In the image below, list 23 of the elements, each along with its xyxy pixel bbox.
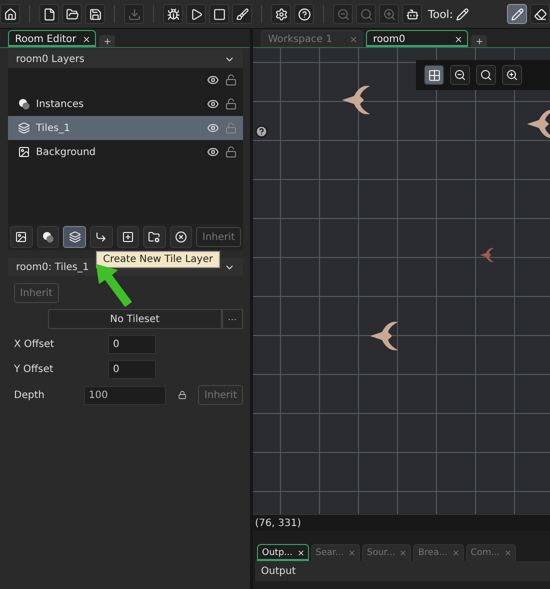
output-title: Output [255,561,550,581]
layers-title: room0 Layers [16,54,85,64]
cursor-coordinates: (76, 331) [255,518,301,528]
field-label: X Offset [14,339,56,350]
depth-field[interactable]: 100 [84,386,166,404]
tool-label: Tool: [428,8,454,20]
document-tab[interactable]: room0 [366,30,468,47]
offset-field[interactable]: 0 [108,360,156,379]
editor-tab[interactable]: Room Editor [8,30,96,47]
tooltip: Create New Tile Layer [96,251,220,268]
layer-row[interactable]: Background [8,140,243,164]
offset-field[interactable]: 0 [108,335,156,354]
field-label: Depth [14,390,46,400]
layer-name: Instances [36,98,85,110]
properties-title: room0: Tiles_1 [16,262,89,272]
inherit-button[interactable]: Inherit [196,227,241,247]
output-tab[interactable]: Outp... [257,544,309,561]
layer-row[interactable]: Instances [8,92,243,116]
tileset-button[interactable]: No Tileset [48,309,222,329]
layer-name: Tiles_1 [36,122,72,134]
more-button[interactable]: ··· [222,309,243,329]
layer-name: Background [36,146,97,158]
field-label: Y Offset [14,364,54,375]
